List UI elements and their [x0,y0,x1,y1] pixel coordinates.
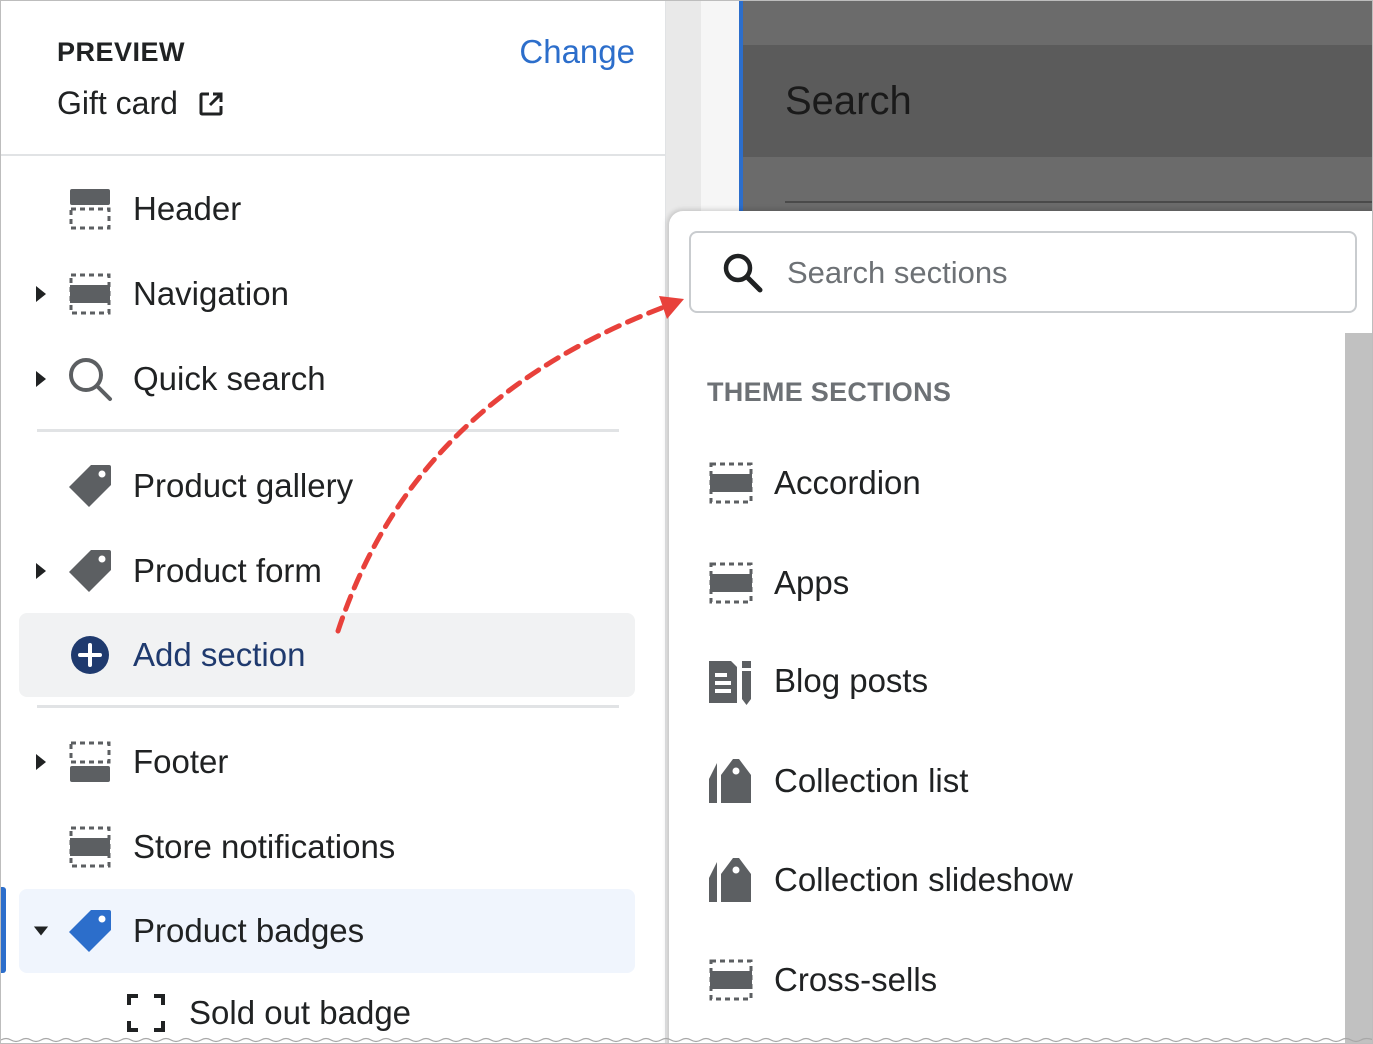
theme-sections-heading: THEME SECTIONS [707,377,952,407]
section-block-icon [707,459,755,507]
section-option-label: Apps [774,564,850,601]
section-option-label: Cross-sells [774,961,938,998]
sidebar-item-label: Product badges [133,912,365,949]
section-block-icon [65,822,115,872]
section-header-icon [65,184,115,234]
sidebar-item-product-form[interactable]: Product form [19,529,635,613]
sidebar-item-label: Footer [133,743,229,780]
sidebar-item-header[interactable]: Header [19,167,635,251]
blog-icon [707,657,755,705]
block-frame-icon [121,988,171,1038]
sidebar-item-label: Product form [133,552,322,589]
preview-rule [785,201,1372,203]
divider [37,429,619,432]
divider [1,154,665,156]
sidebar-item-sold-out-badge[interactable]: Sold out badge [19,971,635,1043]
section-option-blog-posts[interactable]: Blog posts [707,651,1307,711]
section-option-label: Collection slideshow [774,861,1073,898]
tag-icon [65,546,115,596]
caret-right-icon[interactable] [33,561,49,581]
sidebar-item-footer[interactable]: Footer [19,720,635,804]
sidebar-item-navigation[interactable]: Navigation [19,252,635,336]
section-option-accordion[interactable]: Accordion [707,453,1307,513]
sidebar: PREVIEW Gift card Change Header Navigati… [1,1,666,1043]
search-icon [723,253,763,293]
section-block-icon [65,269,115,319]
tag-blue-icon [65,906,115,956]
section-footer-icon [65,737,115,787]
app-frame: Search PREVIEW Gift card Change Header N [0,0,1373,1044]
scrollbar[interactable] [1345,333,1372,1043]
sidebar-item-product-gallery[interactable]: Product gallery [19,444,635,528]
sidebar-item-label: Navigation [133,275,289,312]
sidebar-item-label: Store notifications [133,828,396,865]
preview-selection-line [739,1,743,216]
caret-right-icon[interactable] [33,369,49,389]
divider [37,705,619,708]
section-option-label: Collection list [774,762,969,799]
tags-icon [707,856,755,904]
add-section-label: Add section [133,636,306,673]
sidebar-item-store-notifications[interactable]: Store notifications [19,805,635,889]
preview-label: PREVIEW [57,37,186,67]
preview-bar-lower [743,157,1372,217]
caret-down-icon[interactable] [33,921,49,941]
sidebar-item-label: Product gallery [133,467,354,504]
tag-icon [65,461,115,511]
change-template-link[interactable]: Change [519,33,635,71]
plus-circle-icon [65,630,115,680]
external-link-icon[interactable] [198,91,224,117]
preview-bar [743,1,1372,45]
caret-right-icon[interactable] [33,752,49,772]
tags-icon [707,757,755,805]
sidebar-item-label: Quick search [133,360,326,397]
section-option-collection-list[interactable]: Collection list [707,751,1307,811]
preview-template-name: Gift card [57,85,178,121]
sidebar-item-label: Sold out badge [189,994,412,1031]
section-block-icon [707,956,755,1004]
torn-edge [1,1037,1372,1043]
add-section-button[interactable]: Add section [19,613,635,697]
preview-template[interactable]: Gift card [57,85,224,122]
search-sections-input[interactable] [785,247,1329,299]
preview-page-title: Search [785,79,912,123]
section-option-label: Accordion [774,464,921,501]
caret-right-icon[interactable] [33,284,49,304]
section-option-collection-slideshow[interactable]: Collection slideshow [707,850,1307,910]
section-option-cross-sells[interactable]: Cross-sells [707,950,1307,1010]
search-icon [65,354,115,404]
selection-indicator [1,887,6,973]
sidebar-item-quick-search[interactable]: Quick search [19,337,635,421]
sidebar-item-product-badges[interactable]: Product badges [19,889,635,973]
section-option-label: Blog posts [774,662,929,699]
section-block-icon [707,559,755,607]
search-sections-box[interactable] [689,231,1357,313]
section-option-apps[interactable]: Apps [707,553,1307,613]
sidebar-item-label: Header [133,190,242,227]
add-section-popover: THEME SECTIONS Accordion Apps Blog posts… [669,211,1372,1043]
